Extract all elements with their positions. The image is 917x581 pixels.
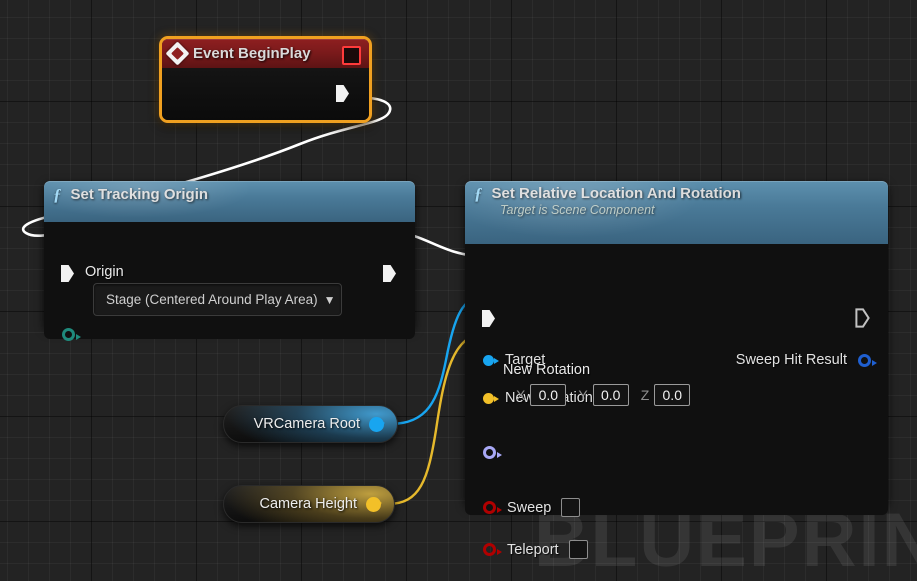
event-node-title: Event BeginPlay	[193, 45, 311, 62]
axis-label-x: X	[516, 387, 526, 403]
pin-sto-exec-in[interactable]	[61, 265, 74, 282]
srlr-header: ƒ Set Relative Location And Rotation Tar…	[465, 181, 888, 244]
pin-sto-origin[interactable]	[62, 328, 81, 341]
teleport-checkbox[interactable]	[568, 540, 588, 559]
exec-out-icon	[336, 85, 349, 102]
sweep-checkbox[interactable]	[561, 498, 581, 517]
vrcamera-root-output-pin-icon[interactable]	[369, 416, 385, 432]
target-object-pin-icon	[483, 354, 499, 366]
sto-body	[44, 222, 415, 341]
pin-srlr-exec-out[interactable]	[855, 308, 870, 328]
pin-label-teleport: Teleport	[507, 541, 559, 558]
exec-out-hollow-icon	[855, 308, 870, 328]
sweep-hit-result-struct-pin-icon	[858, 353, 877, 367]
srlr-title: Set Relative Location And Rotation	[491, 185, 741, 202]
sto-title: Set Tracking Origin	[70, 186, 209, 203]
exec-out-icon	[383, 265, 396, 282]
node-get-camera-height[interactable]: Camera Height	[223, 485, 395, 523]
var-label-vrcamera-root: VRCamera Root	[253, 416, 360, 432]
srlr-subtitle: Target is Scene Component	[500, 203, 655, 217]
axis-label-z: Z	[640, 387, 650, 403]
pin-label-sweep: Sweep	[507, 499, 552, 516]
teleport-bool-pin-icon	[483, 543, 502, 556]
var-label-camera-height: Camera Height	[259, 496, 357, 512]
event-node-body	[162, 68, 369, 120]
sto-origin-dropdown[interactable]: Stage (Centered Around Play Area) ▼	[93, 283, 342, 316]
pin-srlr-sweep[interactable]: Sweep	[483, 498, 581, 517]
sweep-bool-pin-icon	[483, 501, 502, 514]
sto-origin-dropdown-value: Stage (Centered Around Play Area)	[106, 292, 318, 307]
pin-event-exec-out[interactable]	[336, 85, 349, 102]
axis-label-y: Y	[578, 387, 588, 403]
event-node-header: Event BeginPlay	[162, 39, 369, 68]
srlr-new-rotation-fields[interactable]: X 0.0 Y 0.0 Z 0.0	[516, 384, 702, 406]
chevron-down-icon: ▼	[323, 292, 336, 307]
pin-sto-exec-out[interactable]	[383, 265, 396, 282]
pin-srlr-new-rotation[interactable]	[483, 446, 502, 459]
function-f-icon: ƒ	[53, 185, 62, 204]
origin-enum-pin-icon	[62, 328, 81, 341]
new-rotation-rotator-pin-icon	[483, 446, 502, 459]
exec-in-icon	[482, 310, 495, 327]
pin-srlr-sweep-hit-result[interactable]: Sweep Hit Result	[735, 352, 877, 368]
camera-height-output-pin-icon[interactable]	[366, 496, 382, 512]
rotation-x-input[interactable]: 0.0	[530, 384, 567, 406]
rotation-z-input[interactable]: 0.0	[654, 384, 691, 406]
blueprint-graph-canvas[interactable]: BLUEPRINT Event BeginPlay	[0, 0, 917, 581]
pin-label-sweep-hit-result: Sweep Hit Result	[735, 352, 847, 368]
exec-in-icon	[61, 265, 74, 282]
red-square-icon[interactable]	[342, 46, 361, 65]
event-diamond-icon	[165, 41, 190, 66]
function-f-icon: ƒ	[474, 184, 483, 203]
sto-origin-label: Origin	[85, 264, 124, 280]
srlr-body: Target Sweep Hit Result New Location Swe…	[465, 244, 888, 559]
node-event-begin-play[interactable]: Event BeginPlay	[159, 36, 372, 123]
rotation-y-input[interactable]: 0.0	[592, 384, 629, 406]
pin-srlr-exec-in[interactable]	[482, 310, 495, 327]
new-location-vector-pin-icon	[483, 392, 499, 404]
node-get-vrcamera-root[interactable]: VRCamera Root	[223, 405, 398, 443]
node-set-relative-location-and-rotation[interactable]: ƒ Set Relative Location And Rotation Tar…	[465, 181, 888, 559]
srlr-new-rotation-label: New Rotation	[503, 362, 591, 378]
pin-srlr-teleport[interactable]: Teleport	[483, 540, 588, 559]
sto-header: ƒ Set Tracking Origin	[44, 181, 415, 222]
